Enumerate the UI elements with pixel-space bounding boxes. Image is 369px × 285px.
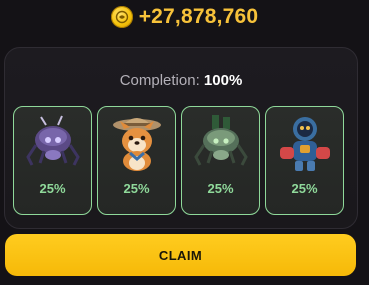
completion-value: 100% (203, 72, 243, 89)
card-percent: 25% (39, 181, 66, 196)
gold-coin-icon (110, 6, 133, 28)
card-percent: 25% (291, 181, 318, 196)
shiba-dog-safari-hat-image (113, 118, 161, 171)
creature-cards: 25% 25% 25% 25% (13, 106, 344, 215)
completion-label: Completion: (119, 72, 204, 89)
reward-amount: +27,878,760 (138, 5, 259, 28)
card-percent: 25% (207, 181, 234, 196)
green-robot-spider-image (194, 115, 248, 166)
completion-status: Completion: 100% (5, 72, 357, 89)
card-percent: 25% (123, 181, 150, 196)
collection-panel: Completion: 100% 25% 25% 25% 25% (4, 47, 358, 229)
creature-card[interactable]: 25% (97, 106, 176, 215)
creature-card[interactable]: 25% (265, 106, 344, 215)
creature-card[interactable]: 25% (13, 106, 92, 215)
blue-astronaut-robot-image (280, 117, 330, 171)
creature-card[interactable]: 25% (181, 106, 260, 215)
reward-bar: +27,878,760 (0, 0, 369, 34)
purple-robot-spider-image (26, 115, 80, 166)
claim-button[interactable]: CLAIM (5, 234, 356, 276)
